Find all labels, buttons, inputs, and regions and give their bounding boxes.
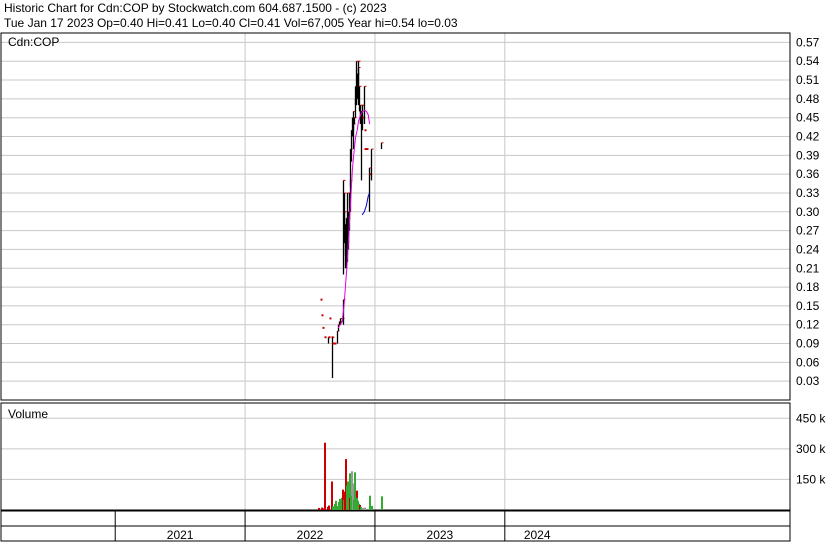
price-tick-label: 0.39	[796, 148, 820, 162]
price-tick-label: 0.24	[796, 242, 820, 256]
price-bar	[328, 336, 331, 339]
price-tick-label: 0.42	[796, 130, 820, 144]
price-bar	[334, 342, 337, 345]
price-tick-label: 0.30	[796, 205, 820, 219]
volume-bar	[360, 506, 362, 510]
price-tick-label: 0.27	[796, 224, 820, 238]
price-tick-label: 0.48	[796, 92, 820, 106]
volume-bar	[362, 507, 364, 510]
chart-background	[0, 0, 830, 543]
price-tick-label: 0.54	[796, 54, 820, 68]
price-bar	[366, 148, 369, 151]
volume-bar	[321, 507, 323, 510]
volume-bar	[364, 507, 366, 510]
volume-bar	[371, 505, 373, 510]
price-bar	[364, 129, 367, 132]
volume-tick-label: 300 k	[796, 442, 826, 456]
price-tick-label: 0.21	[796, 261, 820, 275]
price-bar	[332, 342, 335, 345]
year-label: 2024	[524, 528, 551, 542]
chart-header-line2: Tue Jan 17 2023 Op=0.40 Hi=0.41 Lo=0.40 …	[4, 16, 458, 30]
volume-bar	[335, 500, 337, 510]
price-tick-label: 0.33	[796, 186, 820, 200]
volume-bar	[318, 507, 320, 510]
year-label: 2022	[297, 528, 324, 542]
volume-bar	[331, 481, 333, 510]
price-panel-label: Cdn:COP	[8, 35, 59, 49]
price-bar	[321, 314, 324, 317]
price-tick-label: 0.45	[796, 111, 820, 125]
volume-bar	[381, 496, 383, 510]
price-bar	[324, 336, 327, 339]
price-bar	[322, 326, 325, 329]
stock-chart: Historic Chart for Cdn:COP by Stockwatch…	[0, 0, 830, 543]
price-tick-label: 0.03	[796, 374, 820, 388]
price-tick-label: 0.15	[796, 299, 820, 313]
price-bar	[320, 298, 323, 301]
volume-bar	[332, 506, 334, 510]
volume-panel-label: Volume	[8, 407, 48, 421]
price-bar	[364, 148, 367, 151]
volume-bar	[328, 505, 330, 510]
price-tick-label: 0.57	[796, 35, 820, 49]
price-tick-label: 0.36	[796, 167, 820, 181]
volume-bar	[324, 442, 326, 510]
price-bar	[329, 317, 332, 320]
price-tick-label: 0.06	[796, 355, 820, 369]
price-tick-label: 0.09	[796, 337, 820, 351]
volume-tick-label: 150 k	[796, 472, 826, 486]
volume-bar	[369, 495, 371, 510]
year-label: 2023	[427, 528, 454, 542]
price-tick-label: 0.12	[796, 318, 820, 332]
volume-tick-label: 450 k	[796, 411, 826, 425]
chart-header-line1: Historic Chart for Cdn:COP by Stockwatch…	[4, 1, 387, 15]
price-tick-label: 0.51	[796, 73, 820, 87]
volume-axis-ticks: 450 k 300 k 150 k	[796, 411, 826, 486]
year-label: 2021	[167, 528, 194, 542]
price-tick-label: 0.18	[796, 280, 820, 294]
